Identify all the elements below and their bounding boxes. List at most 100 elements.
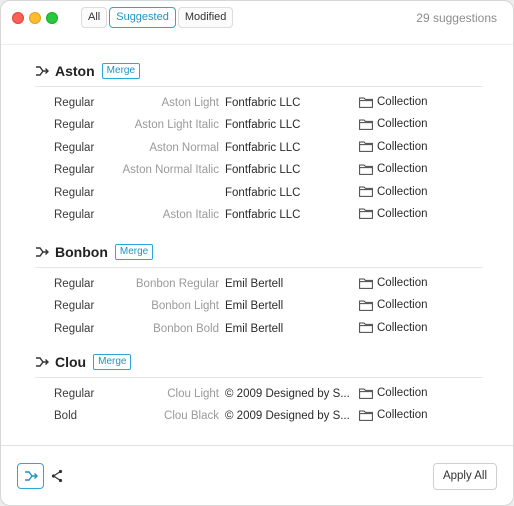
folder-icon (359, 164, 373, 175)
folder-icon (359, 186, 373, 197)
font-foundry: Emil Bertell (225, 322, 284, 335)
font-foundry: Fontfabric LLC (225, 164, 301, 177)
merge-button[interactable]: Merge (101, 63, 141, 79)
merge-button[interactable]: Merge (93, 354, 132, 370)
merge-all-toggle-button[interactable] (17, 463, 44, 489)
folder-icon (359, 410, 373, 421)
font-name: Clou Black (164, 410, 219, 423)
font-foundry: Fontfabric LLC (225, 97, 301, 109)
collection-label: Collection (377, 185, 428, 198)
font-style: Regular (54, 388, 95, 400)
apply-all-button[interactable]: Apply All (433, 463, 497, 490)
share-icon (51, 469, 63, 483)
filter-suggested-button[interactable]: Suggested (109, 7, 176, 28)
collection-link[interactable]: Collection (359, 322, 428, 334)
font-name: Aston Normal Italic (122, 164, 219, 177)
font-row[interactable]: Regular Bonbon Light Emil Bertell Collec… (1, 296, 513, 318)
font-row[interactable]: Regular Fontfabric LLC Collection (1, 183, 513, 205)
collection-label: Collection (377, 409, 428, 422)
font-foundry: Emil Bertell (225, 278, 284, 290)
group-title: Clou (55, 354, 87, 370)
collection-link[interactable]: Collection (359, 208, 428, 220)
minimize-window-button[interactable] (29, 12, 41, 24)
app-window: All Suggested Modified 29 suggestions As… (0, 0, 514, 506)
folder-icon (359, 97, 373, 108)
folder-icon (359, 388, 373, 399)
group-divider (35, 377, 483, 378)
font-row[interactable]: Regular Aston Italic Fontfabric LLC Coll… (1, 205, 513, 227)
collection-link[interactable]: Collection (359, 299, 428, 311)
group-header: Clou Merge (35, 353, 132, 371)
collection-link[interactable]: Collection (359, 118, 428, 130)
collection-label: Collection (377, 321, 428, 334)
collection-link[interactable]: Collection (359, 141, 428, 153)
font-style: Regular (54, 322, 95, 335)
merge-button[interactable]: Merge (114, 244, 154, 260)
font-style: Regular (54, 141, 95, 154)
filter-modified-button[interactable]: Modified (177, 7, 234, 28)
font-style: Regular (54, 208, 95, 221)
suggestion-count: 29 suggestions (416, 11, 497, 25)
font-style: Regular (54, 186, 95, 199)
group-title: Bonbon (55, 244, 108, 260)
split-toggle-button[interactable] (47, 463, 67, 489)
font-style: Bold (54, 410, 78, 423)
font-foundry: Fontfabric LLC (225, 186, 301, 199)
font-foundry: Fontfabric LLC (225, 119, 301, 132)
collection-link[interactable]: Collection (359, 186, 428, 198)
font-name: Bonbon Bold (153, 322, 219, 335)
font-foundry: Fontfabric LLC (225, 208, 301, 221)
font-name: Aston Light (161, 97, 219, 109)
font-row[interactable]: Regular Clou Light © 2009 Designed by S.… (1, 384, 513, 406)
filter-all-button[interactable]: All (81, 7, 108, 28)
merge-icon (24, 471, 38, 481)
collection-label: Collection (377, 140, 428, 153)
font-name: Aston Normal (149, 141, 219, 154)
titlebar: All Suggested Modified 29 suggestions (1, 1, 513, 35)
collection-label: Collection (377, 277, 428, 289)
folder-icon (359, 208, 373, 220)
group-title: Aston (55, 63, 95, 79)
merge-icon (36, 247, 49, 257)
collection-link[interactable]: Collection (359, 96, 428, 108)
filter-segmented-control: All Suggested Modified (81, 7, 235, 28)
group-divider (35, 86, 483, 87)
collection-label: Collection (377, 207, 428, 220)
maximize-window-button[interactable] (46, 12, 58, 24)
footer-divider (1, 445, 513, 446)
collection-link[interactable]: Collection (359, 387, 428, 399)
font-row[interactable]: Regular Aston Light Fontfabric LLC Colle… (1, 93, 513, 115)
font-foundry: Fontfabric LLC (225, 141, 301, 154)
collection-link[interactable]: Collection (359, 163, 428, 175)
font-row[interactable]: Regular Aston Normal Italic Fontfabric L… (1, 160, 513, 182)
font-row[interactable]: Regular Aston Normal Fontfabric LLC Coll… (1, 138, 513, 160)
font-row[interactable]: Bold Clou Black © 2009 Designed by S... … (1, 406, 513, 428)
collection-link[interactable]: Collection (359, 409, 428, 421)
font-foundry: Emil Bertell (225, 300, 284, 313)
group-header: Bonbon Merge (35, 243, 154, 261)
merge-icon (36, 357, 49, 367)
header-divider (1, 44, 513, 45)
font-name: Aston Italic (162, 208, 219, 221)
collection-label: Collection (377, 96, 428, 108)
folder-icon (359, 141, 373, 153)
font-foundry: © 2009 Designed by S... (225, 410, 350, 423)
font-name: Clou Light (167, 388, 219, 400)
folder-icon (359, 119, 373, 130)
group-header: Aston Merge (35, 62, 141, 80)
font-row[interactable]: Regular Aston Light Italic Fontfabric LL… (1, 115, 513, 137)
font-style: Regular (54, 97, 95, 109)
font-row[interactable]: Regular Bonbon Regular Emil Bertell Coll… (1, 274, 513, 296)
collection-label: Collection (377, 163, 428, 176)
collection-label: Collection (377, 118, 428, 131)
font-style: Regular (54, 278, 95, 290)
font-name: Aston Light Italic (134, 119, 219, 132)
close-window-button[interactable] (12, 12, 24, 24)
collection-link[interactable]: Collection (359, 277, 428, 289)
collection-label: Collection (377, 387, 428, 399)
folder-icon (359, 322, 373, 334)
group-divider (35, 267, 483, 268)
folder-icon (359, 300, 373, 311)
font-style: Regular (54, 300, 95, 313)
font-row[interactable]: Regular Bonbon Bold Emil Bertell Collect… (1, 319, 513, 341)
